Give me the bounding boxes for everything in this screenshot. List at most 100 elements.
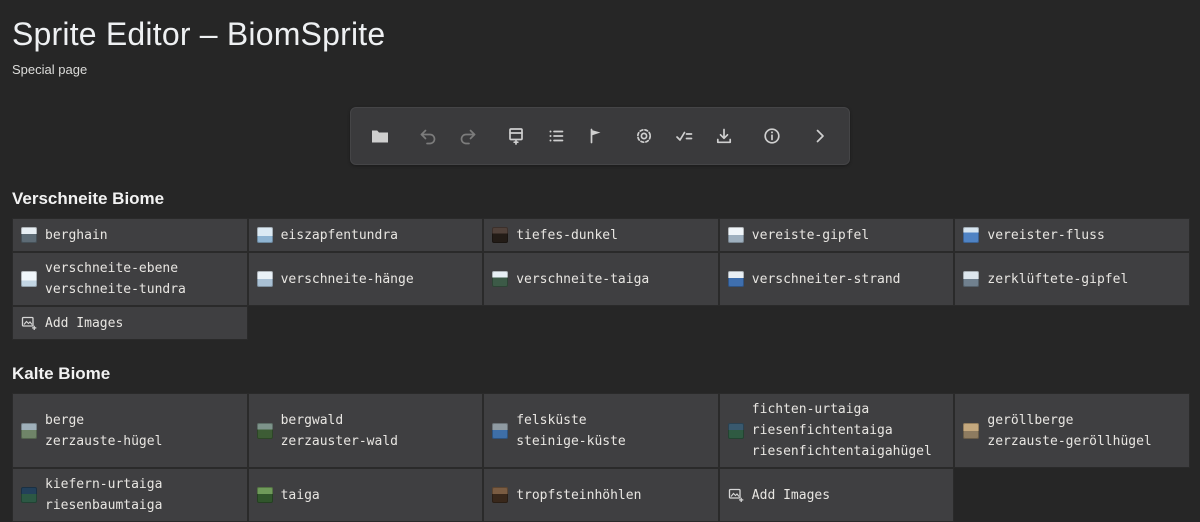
- undo-button[interactable]: [415, 123, 441, 149]
- page-title: Sprite Editor – BiomSprite: [12, 16, 386, 52]
- sprite-cell-geroellberge[interactable]: geröllberge zerzauste-geröllhügel: [954, 393, 1190, 468]
- sprite-thumbnail-icon: [21, 271, 37, 287]
- sprite-label: geröllberge: [987, 412, 1074, 428]
- add-images-label: Add Images: [45, 315, 124, 331]
- chevron-right-icon: [816, 129, 824, 143]
- folder-button[interactable]: [367, 123, 393, 149]
- sprite-cell-vereister-fluss[interactable]: vereister-fluss: [954, 218, 1190, 252]
- sprite-cell-vereiste-gipfel[interactable]: vereiste-gipfel: [718, 218, 955, 252]
- sprite-label: zerklüftete-gipfel: [987, 271, 1129, 287]
- sprite-cell-berghain[interactable]: berghain: [12, 218, 248, 252]
- download-icon: [716, 128, 732, 144]
- page-subtitle: Special page: [12, 62, 88, 77]
- folder-icon: [372, 130, 388, 143]
- toolbar-group-history: [415, 123, 481, 149]
- validate-button[interactable]: [671, 123, 697, 149]
- sprite-thumbnail-icon: [492, 227, 509, 243]
- sprite-label: berge: [45, 412, 85, 428]
- sprite-label: zerzauste-hügel: [45, 433, 163, 449]
- sprite-label: steinige-küste: [516, 433, 626, 449]
- sprite-grid: berge zerzauste-hügel bergwald zerzauste…: [12, 393, 1190, 522]
- sprite-thumbnail-icon: [492, 487, 509, 503]
- sprite-cell-kiefern-urtaiga[interactable]: kiefern-urtaiga riesenbaumtaiga: [12, 468, 248, 522]
- sprite-cell-verschneite-haenge[interactable]: verschneite-hänge: [247, 252, 484, 306]
- sprite-thumbnail-icon: [492, 271, 509, 287]
- sprite-label: taiga: [280, 487, 320, 503]
- redo-button[interactable]: [455, 123, 481, 149]
- flag-icon: [590, 128, 601, 144]
- sprite-cell-berge[interactable]: berge zerzauste-hügel: [12, 393, 248, 468]
- sprite-thumbnail-icon: [21, 422, 37, 439]
- sprite-label: fichten-urtaiga: [751, 402, 870, 417]
- sprite-label: verschneiter-strand: [751, 271, 901, 287]
- sprite-cell-tiefes-dunkel[interactable]: tiefes-dunkel: [483, 218, 719, 252]
- section-title: Verschneite Biome: [12, 189, 165, 208]
- sprite-cell-bergwald[interactable]: bergwald zerzauster-wald: [247, 393, 484, 468]
- sprite-thumbnail-icon: [21, 487, 37, 503]
- sprite-thumbnail-icon: [727, 422, 744, 439]
- toolbar-group-tools: [631, 123, 737, 149]
- add-images-button[interactable]: Add Images: [718, 468, 955, 522]
- sprite-label: riesenfichtentaiga: [751, 423, 893, 438]
- sprite-label: felsküste: [516, 412, 587, 428]
- sprite-thumbnail-icon: [256, 422, 273, 439]
- list-button[interactable]: [543, 123, 569, 149]
- redo-icon: [460, 129, 476, 145]
- sprite-cell-tropfsteinhoehlen[interactable]: tropfsteinhöhlen: [483, 468, 719, 522]
- sprite-label: zerzauste-geröllhügel: [987, 433, 1152, 449]
- sprite-thumbnail-icon: [727, 271, 744, 287]
- sprite-cell-verschneiter-strand[interactable]: verschneiter-strand: [718, 252, 955, 306]
- sprite-editor-toolbar: [350, 107, 850, 165]
- sprite-label: riesenfichtentaigahügel: [751, 444, 932, 459]
- download-button[interactable]: [711, 123, 737, 149]
- sprite-label: tiefes-dunkel: [516, 227, 618, 243]
- sprite-grid: berghain eiszapfentundra tiefes-dunkel v…: [12, 218, 1190, 340]
- sprite-cell-zerklueftete-gipfel[interactable]: zerklüftete-gipfel: [954, 252, 1190, 306]
- sprite-thumbnail-icon: [256, 227, 273, 243]
- gear-icon: [636, 128, 652, 144]
- insert-image-button[interactable]: [503, 123, 529, 149]
- sprite-cell-verschneite-taiga[interactable]: verschneite-taiga: [483, 252, 719, 306]
- sprite-thumbnail-icon: [492, 422, 509, 439]
- undo-icon: [420, 129, 436, 145]
- sprite-thumbnail-icon: [256, 271, 273, 287]
- sprite-label: verschneite-hänge: [280, 271, 414, 287]
- toolbar-group-expand: [807, 123, 833, 149]
- sprite-label: vereiste-gipfel: [751, 227, 870, 243]
- sprite-label: tropfsteinhöhlen: [516, 487, 642, 503]
- list-icon: [549, 130, 564, 142]
- sprite-cell-fichten-urtaiga[interactable]: fichten-urtaiga riesenfichtentaiga riese…: [718, 393, 955, 468]
- sprite-cell-taiga[interactable]: taiga: [247, 468, 484, 522]
- sprite-thumbnail-icon: [963, 422, 980, 439]
- expand-button[interactable]: [807, 123, 833, 149]
- sprite-label: verschneite-taiga: [516, 271, 650, 287]
- sprite-thumbnail-icon: [256, 487, 273, 503]
- sprite-label: berghain: [45, 227, 108, 243]
- sprite-thumbnail-icon: [21, 227, 37, 243]
- sprite-label: bergwald: [280, 412, 344, 428]
- sprite-label: verschneite-tundra: [45, 282, 186, 297]
- section-title: Kalte Biome: [12, 364, 111, 383]
- sprite-thumbnail-icon: [963, 271, 980, 287]
- sprite-cell-felskueste[interactable]: felsküste steinige-küste: [483, 393, 719, 468]
- validate-icon: [676, 131, 693, 141]
- sprite-label: eiszapfentundra: [280, 227, 398, 243]
- sprite-thumbnail-icon: [963, 227, 980, 243]
- settings-button[interactable]: [631, 123, 657, 149]
- sprite-thumbnail-icon: [727, 227, 744, 243]
- add-image-icon: [728, 487, 744, 503]
- sprite-cell-eiszapfentundra[interactable]: eiszapfentundra: [247, 218, 484, 252]
- sprite-label: vereister-fluss: [987, 227, 1105, 243]
- sprite-cell-verschneite-ebene-tundra[interactable]: verschneite-ebene verschneite-tundra: [12, 252, 248, 306]
- info-button[interactable]: [759, 123, 785, 149]
- add-image-icon: [21, 315, 37, 331]
- sprite-label: zerzauster-wald: [280, 433, 398, 449]
- info-icon: [764, 128, 780, 144]
- toolbar-group-insert: [503, 123, 609, 149]
- add-images-label: Add Images: [751, 487, 831, 503]
- add-images-button[interactable]: Add Images: [12, 306, 248, 340]
- toolbar-group-info: [759, 123, 785, 149]
- page-header: Sprite Editor – BiomSprite Special page: [0, 0, 1200, 77]
- section-kalte-biome: Kalte Biome berge zerzauste-hügel bergwa…: [12, 364, 1190, 522]
- flag-button[interactable]: [583, 123, 609, 149]
